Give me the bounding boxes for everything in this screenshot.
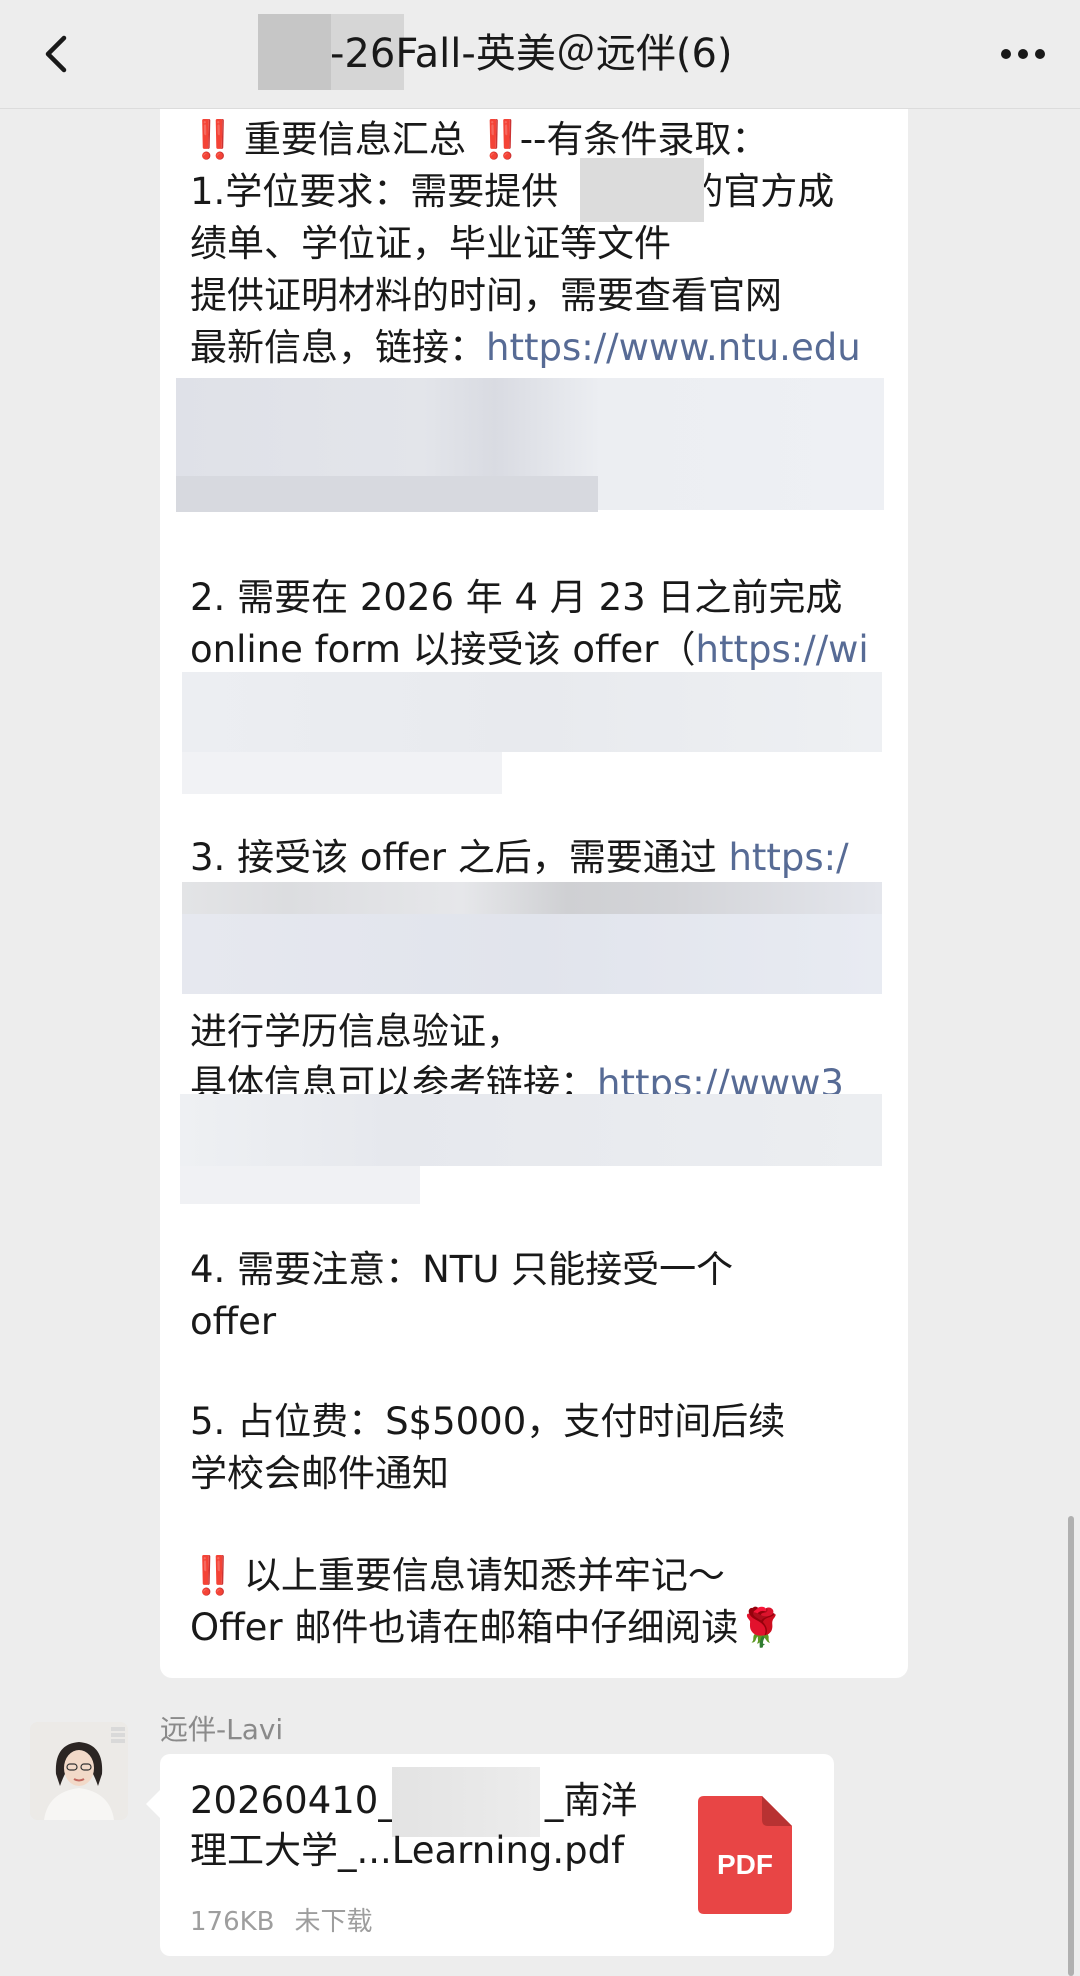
redacted-link <box>176 476 598 512</box>
sender-name: 远伴-Lavi <box>160 1713 284 1746</box>
back-button[interactable] <box>30 26 86 82</box>
scrollbar[interactable] <box>1068 1516 1074 1976</box>
message-line: 4. 需要注意：NTU 只能接受一个 <box>190 1248 734 1291</box>
message-line: 学校会邮件通知 <box>190 1452 449 1495</box>
message-line: 2. 需要在 2026 年 4 月 23 日之前完成 <box>190 576 843 619</box>
message-line: 绩单、学位证，毕业证等文件 <box>190 222 671 265</box>
message-line: 最新信息，链接：https://www.ntu.edu <box>190 326 861 369</box>
message-line: offer <box>190 1300 277 1343</box>
message-line: 1.学位要求：需要提供 的官方成 <box>190 170 835 213</box>
avatar-badge-icon <box>111 1727 125 1743</box>
double-exclamation-icon: ‼️ <box>190 1554 236 1597</box>
message-line: 5. 占位费：S$5000，支付时间后续 <box>190 1400 786 1443</box>
double-exclamation-icon: ‼️ <box>190 118 236 161</box>
file-message-card[interactable]: 20260410_ _南洋 理工大学_...Learning.pdf 176KB 未… <box>160 1754 834 1956</box>
pdf-file-icon: PDF <box>698 1796 792 1914</box>
chat-title: -26Fall-英美＠远伴(6) <box>330 31 733 77</box>
chevron-left-icon <box>45 35 67 73</box>
more-button[interactable] <box>988 26 1058 82</box>
redacted-text <box>580 158 704 222</box>
file-size: 176KB <box>190 1907 275 1937</box>
redacted-link <box>180 1166 420 1204</box>
file-meta: 176KB 未下载 <box>190 1904 393 1940</box>
pdf-icon-label: PDF <box>717 1849 773 1880</box>
message-line: ‼️ 以上重要信息请知悉并牢记～ <box>190 1554 725 1597</box>
more-dots-icon <box>1001 49 1045 59</box>
link-online-form[interactable]: https://wi <box>696 628 869 671</box>
download-status: 未下载 <box>294 1907 373 1937</box>
file-name-line: 理工大学_...Learning.pdf <box>190 1829 625 1872</box>
message-line: 进行学历信息验证， <box>190 1010 523 1053</box>
redacted-link <box>182 672 882 752</box>
message-line: 3. 接受该 offer 之后，需要通过 https:/ <box>190 836 849 879</box>
double-exclamation-icon: ‼️ <box>477 118 524 161</box>
redacted-link <box>180 1094 882 1166</box>
message-line: 提供证明材料的时间，需要查看官网 <box>190 274 782 317</box>
redacted-link <box>182 752 502 794</box>
chat-header: -26Fall-英美＠远伴(6) <box>0 0 1080 109</box>
link-verification[interactable]: https:/ <box>728 836 848 879</box>
message-line: online form 以接受该 offer（https://wi <box>190 628 869 671</box>
link-ntu[interactable]: https://www.ntu.edu <box>486 326 861 369</box>
file-card-tail <box>146 1790 160 1818</box>
message-bubble[interactable]: ‼️ 重要信息汇总 ‼️--有条件录取： 1.学位要求：需要提供 的官方成 绩单、… <box>160 108 908 1678</box>
redacted-link <box>182 914 882 994</box>
rose-icon: 🌹 <box>738 1606 785 1649</box>
redacted-link <box>182 882 882 914</box>
message-line: Offer 邮件也请在邮箱中仔细阅读🌹 <box>190 1606 785 1649</box>
